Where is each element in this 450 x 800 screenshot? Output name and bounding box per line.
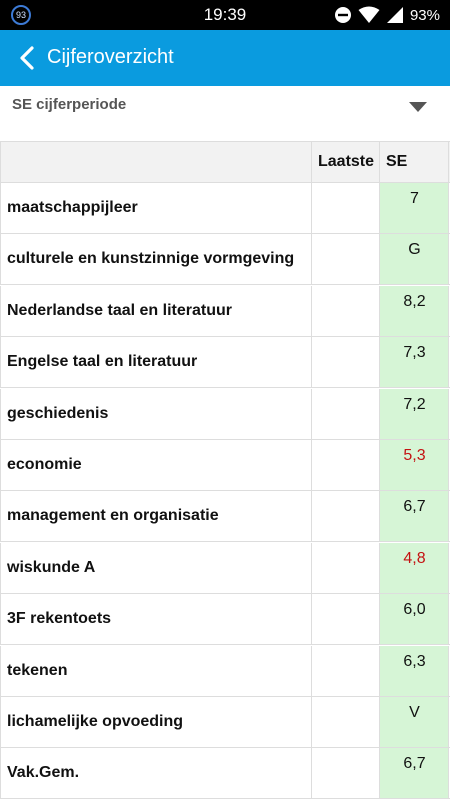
subject-name: lichamelijke opvoeding	[7, 713, 184, 730]
table-row[interactable]: maatschappijleer 7	[0, 183, 450, 234]
subject-cell: tekenen	[0, 645, 312, 696]
do-not-disturb-icon	[334, 6, 352, 24]
subject-name: Nederlandse taal en literatuur	[7, 301, 232, 319]
table-row[interactable]: culturele en kunstzinnige vormgeving G	[0, 234, 450, 286]
table-row[interactable]: Nederlandse taal en literatuur 8,2	[0, 285, 450, 337]
se-grade-cell: 7,3	[380, 337, 449, 388]
period-selector[interactable]: SE cijferperiode	[0, 86, 450, 140]
se-grade: 8,2	[403, 292, 426, 310]
subject-name: culturele en kunstzinnige vormgeving	[7, 250, 295, 268]
period-label: SE cijferperiode	[12, 96, 127, 113]
subject-cell: economie	[0, 440, 312, 490]
se-grade: 4,8	[403, 549, 426, 567]
se-grade-cell: 8,2	[380, 285, 449, 336]
se-grade-cell: 6,0	[380, 594, 449, 645]
subject-cell: Vak.Gem.	[0, 748, 312, 799]
subject-cell: Engelse taal en literatuur	[0, 337, 312, 388]
latest-grade-cell	[312, 285, 380, 336]
chevron-left-icon	[20, 46, 34, 70]
subject-name: tekenen	[7, 661, 68, 679]
se-grade-cell: 6,7	[380, 748, 449, 799]
se-grade: G	[408, 241, 421, 259]
subject-cell: geschiedenis	[0, 388, 312, 439]
page-title: Cijferoverzicht	[47, 46, 174, 68]
subject-cell: Nederlandse taal en literatuur	[0, 285, 312, 336]
table-row[interactable]: geschiedenis 7,2	[0, 388, 450, 440]
se-grade: 7,3	[403, 344, 426, 362]
signal-icon	[386, 6, 404, 24]
subject-name: wiskunde A	[7, 558, 96, 576]
back-button[interactable]	[12, 42, 42, 74]
latest-grade-cell	[312, 491, 380, 542]
table-row[interactable]: 3F rekentoets 6,0	[0, 594, 450, 646]
subject-name: geschiedenis	[7, 404, 109, 422]
se-grade: 6,7	[403, 755, 426, 773]
se-grade: 6,0	[403, 601, 426, 619]
latest-grade-cell	[312, 234, 380, 285]
latest-grade-cell	[312, 440, 380, 490]
se-grade-cell: 7	[380, 183, 449, 233]
se-grade: 7,2	[403, 395, 426, 413]
se-grade: 7	[410, 190, 419, 207]
subject-cell: culturele en kunstzinnige vormgeving	[0, 234, 312, 285]
subject-cell: lichamelijke opvoeding	[0, 697, 312, 747]
wifi-icon	[358, 6, 380, 24]
table-row[interactable]: wiskunde A 4,8	[0, 542, 450, 594]
app-bar: Cijferoverzicht	[0, 30, 450, 86]
latest-grade-cell	[312, 388, 380, 439]
subject-name: Vak.Gem.	[7, 764, 80, 782]
table-row[interactable]: lichamelijke opvoeding V	[0, 697, 450, 748]
latest-grade-cell	[312, 337, 380, 388]
header-latest-cell[interactable]: Laatste	[312, 142, 380, 182]
se-grade-cell: 7,2	[380, 388, 449, 439]
subject-name: 3F rekentoets	[7, 610, 112, 628]
latest-grade-cell	[312, 748, 380, 799]
column-header-latest: Laatste	[318, 153, 375, 170]
table-row[interactable]: tekenen 6,3	[0, 645, 450, 697]
subject-cell: maatschappijleer	[0, 183, 312, 233]
subject-name: Engelse taal en literatuur	[7, 353, 198, 371]
column-header-se: SE	[386, 153, 408, 170]
subject-cell: 3F rekentoets	[0, 594, 312, 645]
latest-grade-cell	[312, 542, 380, 593]
subject-cell: wiskunde A	[0, 542, 312, 593]
se-grade: 6,3	[403, 652, 426, 670]
se-grade-cell: V	[380, 697, 449, 747]
latest-grade-cell	[312, 594, 380, 645]
se-grade-cell: G	[380, 234, 449, 285]
latest-grade-cell	[312, 183, 380, 233]
se-grade-cell: 5,3	[380, 440, 449, 490]
dropdown-arrow-icon[interactable]	[409, 102, 427, 112]
se-grade-cell: 6,3	[380, 645, 449, 696]
table-row[interactable]: management en organisatie 6,7	[0, 491, 450, 543]
subject-name: management en organisatie	[7, 507, 219, 525]
subject-name: maatschappijleer	[7, 199, 138, 216]
header-subject-cell	[0, 142, 312, 182]
se-grade-cell: 4,8	[380, 542, 449, 593]
table-row[interactable]: economie 5,3	[0, 440, 450, 491]
table-row[interactable]: Vak.Gem. 6,7	[0, 748, 450, 800]
se-grade-cell: 6,7	[380, 491, 449, 542]
se-grade: 5,3	[403, 447, 426, 464]
status-bar: 93 19:39 93%	[0, 0, 450, 30]
table-row[interactable]: Engelse taal en literatuur 7,3	[0, 337, 450, 389]
status-icons: 93%	[334, 5, 440, 25]
se-grade: 6,7	[403, 498, 426, 516]
latest-grade-cell	[312, 645, 380, 696]
table-header: Laatste SE	[0, 141, 450, 183]
subject-cell: management en organisatie	[0, 491, 312, 542]
subject-name: economie	[7, 456, 82, 473]
se-grade: V	[409, 704, 420, 721]
latest-grade-cell	[312, 697, 380, 747]
header-se-cell[interactable]: SE	[380, 142, 449, 182]
battery-percentage: 93%	[409, 6, 440, 24]
